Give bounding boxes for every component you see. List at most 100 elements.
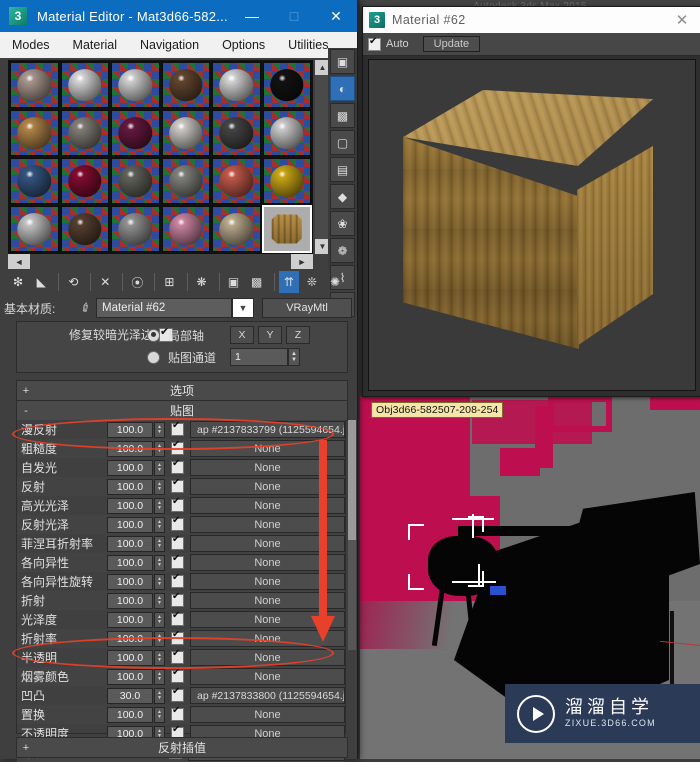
gizmo-z-handle[interactable]: [490, 586, 506, 595]
backlight-icon[interactable]: ◐: [330, 76, 355, 101]
axis-y-button[interactable]: Y: [258, 326, 282, 344]
slot-prev-icon[interactable]: ◄: [8, 254, 30, 269]
material-name-input[interactable]: Material #62: [96, 298, 232, 318]
material-preview-canvas[interactable]: [368, 59, 696, 391]
menu-material[interactable]: Material: [73, 38, 117, 52]
panel-scroll-thumb[interactable]: [348, 420, 356, 540]
maps-row-map-button-assigned[interactable]: ap #2137833799 (1125594654.jpg): [190, 421, 345, 438]
maps-row-spinner[interactable]: ▲ ▼: [154, 535, 165, 552]
maps-row-map-button-none[interactable]: None: [190, 611, 345, 628]
sample-slot-13[interactable]: [10, 158, 59, 204]
maps-row-enable-checkbox[interactable]: [171, 534, 184, 550]
material-type-button[interactable]: VRayMtl: [262, 298, 352, 318]
maps-row-amount-input[interactable]: 100.0: [107, 611, 153, 628]
rollout-toggle-icon[interactable]: +: [17, 385, 35, 397]
maps-row-enable-checkbox[interactable]: [171, 572, 184, 588]
maps-row-map-button-none[interactable]: None: [190, 630, 345, 647]
maps-row-spinner[interactable]: ▲ ▼: [154, 459, 165, 476]
sample-slot-12[interactable]: [262, 110, 311, 156]
rollout-maps[interactable]: - 贴图: [16, 400, 348, 421]
maps-row-map-button-none[interactable]: None: [190, 573, 345, 590]
maps-row-enable-checkbox[interactable]: [171, 629, 184, 645]
map-channel-radio[interactable]: [147, 350, 160, 364]
maps-row-amount-input[interactable]: 100.0: [107, 516, 153, 533]
menu-modes[interactable]: Modes: [12, 38, 50, 52]
sample-type-icon[interactable]: ▣: [330, 49, 355, 74]
sample-slot-20[interactable]: [60, 206, 109, 252]
maps-row-map-button-assigned[interactable]: ap #2137833800 (1125594654.jpg): [190, 687, 345, 704]
menu-options[interactable]: Options: [222, 38, 265, 52]
maps-row-map-button-none[interactable]: None: [190, 478, 345, 495]
show-in-viewport-icon[interactable]: ❋: [191, 271, 211, 293]
maps-row-enable-checkbox[interactable]: [171, 458, 184, 474]
sample-slot-16[interactable]: [161, 158, 210, 204]
maps-row-enable-checkbox[interactable]: [171, 686, 184, 702]
sample-slot-3[interactable]: [111, 62, 160, 108]
axis-z-button[interactable]: Z: [286, 326, 310, 344]
maps-row-amount-input[interactable]: 100.0: [107, 535, 153, 552]
maps-row-spinner[interactable]: ▲ ▼: [154, 630, 165, 647]
maps-row-map-button-none[interactable]: None: [190, 649, 345, 666]
maps-row-amount-input[interactable]: 100.0: [107, 421, 153, 438]
video-color-check-icon[interactable]: ▤: [330, 157, 355, 182]
maps-row-map-button-none[interactable]: None: [190, 706, 345, 723]
menu-navigation[interactable]: Navigation: [140, 38, 199, 52]
go-forward-sibling-icon[interactable]: ⇈: [278, 271, 299, 293]
maps-row-spinner[interactable]: ▲ ▼: [154, 668, 165, 685]
maps-row-enable-checkbox[interactable]: [171, 439, 184, 455]
maximize-button[interactable]: □: [273, 0, 315, 32]
sample-uv-tiling-icon[interactable]: ▢: [330, 130, 355, 155]
maps-row-amount-input[interactable]: 100.0: [107, 497, 153, 514]
maps-row-map-button-none[interactable]: None: [190, 459, 345, 476]
background-checker-icon[interactable]: ▩: [330, 103, 355, 128]
minimize-button[interactable]: —: [231, 0, 273, 32]
maps-row-spinner[interactable]: ▲ ▼: [154, 421, 165, 438]
sample-slot-1[interactable]: [10, 62, 59, 108]
sample-slot-21[interactable]: [111, 206, 160, 252]
maps-row-spinner[interactable]: ▲ ▼: [154, 573, 165, 590]
maps-row-amount-input[interactable]: 30.0: [107, 687, 153, 704]
sample-slot-19[interactable]: [10, 206, 59, 252]
maps-row-spinner[interactable]: ▲ ▼: [154, 649, 165, 666]
slot-next-icon[interactable]: ►: [291, 254, 313, 269]
local-axis-radio[interactable]: [147, 328, 160, 342]
material-sample-icon[interactable]: ❊: [302, 271, 322, 293]
sample-slot-10[interactable]: [161, 110, 210, 156]
maps-row-spinner[interactable]: ▲ ▼: [154, 687, 165, 704]
maps-row-amount-input[interactable]: 100.0: [107, 706, 153, 723]
sample-slot-24[interactable]: [261, 205, 312, 253]
reset-map-icon[interactable]: ⟲: [63, 271, 83, 293]
maps-row-map-button-none[interactable]: None: [190, 535, 345, 552]
maps-row-spinner[interactable]: ▲ ▼: [154, 497, 165, 514]
maps-row-amount-input[interactable]: 100.0: [107, 478, 153, 495]
put-to-library-icon[interactable]: ⦿: [127, 271, 147, 293]
maps-row-enable-checkbox[interactable]: [171, 667, 184, 683]
map-channel-row[interactable]: 贴图通道 1 ▲ ▼: [147, 346, 343, 368]
sample-slot-7[interactable]: [10, 110, 59, 156]
sample-slot-4[interactable]: [161, 62, 210, 108]
maps-row-spinner[interactable]: ▲ ▼: [154, 706, 165, 723]
maps-row-spinner[interactable]: ▲ ▼: [154, 440, 165, 457]
menu-utilities[interactable]: Utilities: [288, 38, 328, 52]
sample-slot-18[interactable]: [262, 158, 311, 204]
local-axis-row[interactable]: 局部轴 X Y Z: [147, 324, 343, 346]
rollout-options[interactable]: + 选项: [16, 380, 348, 401]
material-effects-id-icon[interactable]: ⊞: [159, 271, 179, 293]
maps-row-amount-input[interactable]: 100.0: [107, 554, 153, 571]
maps-row-map-button-none[interactable]: None: [190, 497, 345, 514]
maps-row-enable-checkbox[interactable]: [171, 496, 184, 512]
maps-row-spinner[interactable]: ▲ ▼: [154, 478, 165, 495]
maps-row-enable-checkbox[interactable]: [171, 705, 184, 721]
sample-slot-22[interactable]: [161, 206, 210, 252]
maps-row-amount-input[interactable]: 100.0: [107, 649, 153, 666]
maps-row-map-button-none[interactable]: None: [190, 440, 345, 457]
maps-row-spinner[interactable]: ▲ ▼: [154, 592, 165, 609]
get-material-icon[interactable]: ❇: [8, 271, 28, 293]
sample-slot-17[interactable]: [212, 158, 261, 204]
maps-row-amount-input[interactable]: 100.0: [107, 592, 153, 609]
maps-row-enable-checkbox[interactable]: [171, 477, 184, 493]
sample-slot-14[interactable]: [60, 158, 109, 204]
assign-to-selection-icon[interactable]: ◣: [31, 271, 51, 293]
maps-row-enable-checkbox[interactable]: [171, 553, 184, 569]
maps-row-enable-checkbox[interactable]: [171, 610, 184, 626]
